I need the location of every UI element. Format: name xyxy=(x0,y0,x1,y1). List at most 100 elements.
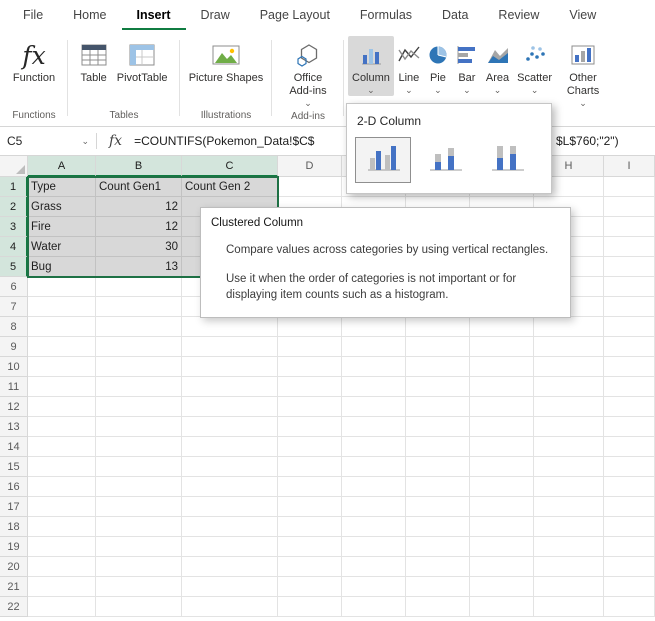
column-chart-button[interactable]: Column ⌄ xyxy=(348,36,394,96)
fx-icon[interactable]: fx xyxy=(97,133,134,149)
cell-H15[interactable] xyxy=(534,457,604,477)
cell-B10[interactable] xyxy=(96,357,182,377)
row-header-11[interactable]: 11 xyxy=(0,377,28,397)
cell-A14[interactable] xyxy=(28,437,96,457)
cell-F10[interactable] xyxy=(406,357,470,377)
cell-D16[interactable] xyxy=(278,477,342,497)
row-header-17[interactable]: 17 xyxy=(0,497,28,517)
row-header-15[interactable]: 15 xyxy=(0,457,28,477)
cell-H21[interactable] xyxy=(534,577,604,597)
cell-I22[interactable] xyxy=(604,597,655,617)
cell-C20[interactable] xyxy=(182,557,278,577)
cell-A13[interactable] xyxy=(28,417,96,437)
cell-D10[interactable] xyxy=(278,357,342,377)
cell-A2[interactable]: Grass xyxy=(28,197,96,217)
cell-C13[interactable] xyxy=(182,417,278,437)
cell-B16[interactable] xyxy=(96,477,182,497)
cell-F20[interactable] xyxy=(406,557,470,577)
cell-E18[interactable] xyxy=(342,517,406,537)
menu-tab-formulas[interactable]: Formulas xyxy=(345,0,427,30)
row-header-22[interactable]: 22 xyxy=(0,597,28,617)
cell-F11[interactable] xyxy=(406,377,470,397)
cell-A20[interactable] xyxy=(28,557,96,577)
formula-input[interactable]: =COUNTIFS(Pokemon_Data!$C$ xyxy=(134,134,314,148)
cell-G12[interactable] xyxy=(470,397,534,417)
pie-chart-button[interactable]: Pie ⌄ xyxy=(424,36,452,96)
cell-E12[interactable] xyxy=(342,397,406,417)
cell-A15[interactable] xyxy=(28,457,96,477)
cell-I13[interactable] xyxy=(604,417,655,437)
cell-A1[interactable]: Type xyxy=(28,177,96,197)
other-charts-button[interactable]: Other Charts ⌄ xyxy=(556,36,610,109)
cell-F14[interactable] xyxy=(406,437,470,457)
cell-A9[interactable] xyxy=(28,337,96,357)
cell-C14[interactable] xyxy=(182,437,278,457)
area-chart-button[interactable]: Area ⌄ xyxy=(482,36,513,96)
cell-H16[interactable] xyxy=(534,477,604,497)
cell-D13[interactable] xyxy=(278,417,342,437)
cell-A16[interactable] xyxy=(28,477,96,497)
cell-G11[interactable] xyxy=(470,377,534,397)
cell-C12[interactable] xyxy=(182,397,278,417)
column-header-B[interactable]: B xyxy=(96,156,182,177)
cell-I14[interactable] xyxy=(604,437,655,457)
cell-C21[interactable] xyxy=(182,577,278,597)
cell-A7[interactable] xyxy=(28,297,96,317)
cell-C22[interactable] xyxy=(182,597,278,617)
cell-G14[interactable] xyxy=(470,437,534,457)
cell-I6[interactable] xyxy=(604,277,655,297)
row-header-14[interactable]: 14 xyxy=(0,437,28,457)
cell-D18[interactable] xyxy=(278,517,342,537)
cell-A3[interactable]: Fire xyxy=(28,217,96,237)
cell-I8[interactable] xyxy=(604,317,655,337)
cell-G17[interactable] xyxy=(470,497,534,517)
cell-G8[interactable] xyxy=(470,317,534,337)
cell-G19[interactable] xyxy=(470,537,534,557)
row-header-8[interactable]: 8 xyxy=(0,317,28,337)
cell-H13[interactable] xyxy=(534,417,604,437)
cell-B14[interactable] xyxy=(96,437,182,457)
cell-G13[interactable] xyxy=(470,417,534,437)
cell-C18[interactable] xyxy=(182,517,278,537)
row-header-10[interactable]: 10 xyxy=(0,357,28,377)
cell-A4[interactable]: Water xyxy=(28,237,96,257)
cell-D15[interactable] xyxy=(278,457,342,477)
cell-D8[interactable] xyxy=(278,317,342,337)
row-header-7[interactable]: 7 xyxy=(0,297,28,317)
option-100-percent-stacked-column[interactable] xyxy=(479,137,535,183)
function-button[interactable]: fx Function xyxy=(9,36,59,87)
cell-H8[interactable] xyxy=(534,317,604,337)
cell-B17[interactable] xyxy=(96,497,182,517)
pivottable-button[interactable]: PivotTable xyxy=(113,36,172,87)
formula-input-tail[interactable]: $L$760;"2") xyxy=(556,134,619,148)
cell-I4[interactable] xyxy=(604,237,655,257)
cell-G9[interactable] xyxy=(470,337,534,357)
cell-H11[interactable] xyxy=(534,377,604,397)
cell-I10[interactable] xyxy=(604,357,655,377)
menu-tab-insert[interactable]: Insert xyxy=(122,0,186,30)
scatter-chart-button[interactable]: Scatter ⌄ xyxy=(513,36,556,96)
menu-tab-draw[interactable]: Draw xyxy=(186,0,245,30)
option-stacked-column[interactable] xyxy=(417,137,473,183)
cell-H17[interactable] xyxy=(534,497,604,517)
cell-H20[interactable] xyxy=(534,557,604,577)
row-header-6[interactable]: 6 xyxy=(0,277,28,297)
cell-C10[interactable] xyxy=(182,357,278,377)
cell-H12[interactable] xyxy=(534,397,604,417)
cell-I1[interactable] xyxy=(604,177,655,197)
row-header-5[interactable]: 5 xyxy=(0,257,28,277)
cell-A5[interactable]: Bug xyxy=(28,257,96,277)
cell-H10[interactable] xyxy=(534,357,604,377)
cell-C8[interactable] xyxy=(182,317,278,337)
row-header-9[interactable]: 9 xyxy=(0,337,28,357)
menu-tab-review[interactable]: Review xyxy=(483,0,554,30)
cell-G18[interactable] xyxy=(470,517,534,537)
cell-F22[interactable] xyxy=(406,597,470,617)
cell-F13[interactable] xyxy=(406,417,470,437)
cell-A19[interactable] xyxy=(28,537,96,557)
cell-B6[interactable] xyxy=(96,277,182,297)
cell-B12[interactable] xyxy=(96,397,182,417)
cell-B19[interactable] xyxy=(96,537,182,557)
cell-D20[interactable] xyxy=(278,557,342,577)
menu-tab-file[interactable]: File xyxy=(8,0,58,30)
